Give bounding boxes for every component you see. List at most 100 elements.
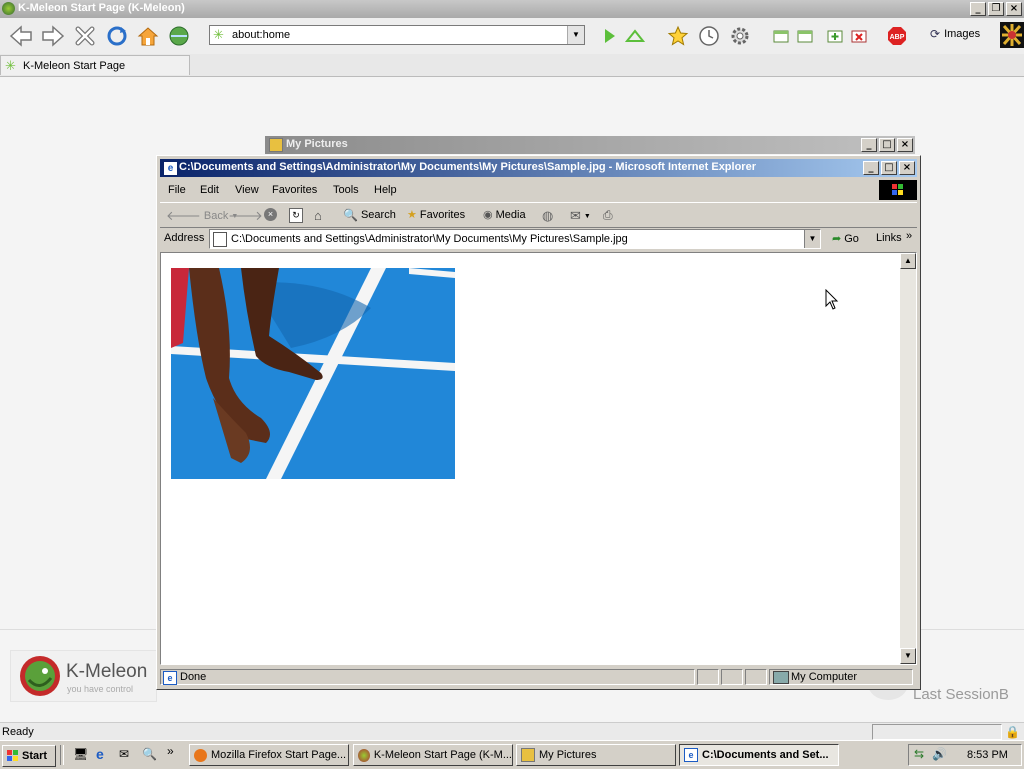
stop-icon: × — [264, 208, 277, 221]
stop-x-icon[interactable] — [72, 23, 98, 49]
maximize-button[interactable]: □ — [881, 161, 897, 175]
task-kmeleon[interactable]: K-Meleon Start Page (K-M... — [353, 744, 513, 766]
bookmark-star-icon[interactable] — [665, 23, 691, 49]
links-button[interactable]: Links — [876, 232, 902, 244]
up-arrow-icon[interactable] — [622, 23, 648, 49]
outlook-quicklaunch-icon[interactable]: ✉ — [119, 747, 129, 761]
status-pane-lock — [721, 669, 743, 685]
history-button[interactable]: ◍ — [542, 208, 553, 224]
favorites-folder-icon: ★ — [407, 209, 417, 221]
ie-quicklaunch-icon[interactable]: e — [96, 746, 104, 762]
task-label: My Pictures — [539, 749, 597, 761]
show-desktop-icon[interactable]: 🖥 — [73, 747, 88, 761]
window-prev-icon[interactable] — [768, 23, 794, 49]
restore-button[interactable]: ❐ — [988, 2, 1004, 16]
kmeleon-titlebar: K-Meleon Start Page (K-Meleon) _ ❐ × — [0, 0, 1024, 18]
mail-dropdown-chevron-icon[interactable]: ▼ — [584, 213, 591, 220]
system-tray: ⇆ 🔊 8:53 PM — [908, 744, 1022, 766]
folder-search-icon — [521, 748, 535, 762]
windows-taskbar: Start 🖥 e ✉ 🔍 » Mozilla Firefox Start Pa… — [0, 740, 1024, 769]
mail-button[interactable]: ✉ ▼ — [570, 208, 591, 224]
address-input[interactable]: C:\Documents and Settings\Administrator\… — [209, 229, 821, 249]
go-button[interactable]: ➦ Go — [832, 232, 859, 246]
refresh-icon: ↻ — [289, 208, 303, 223]
tab-page-icon: ✳ — [5, 58, 16, 73]
history-clock-icon[interactable] — [696, 23, 722, 49]
my-computer-icon — [773, 671, 789, 684]
forward-arrow-icon[interactable] — [40, 23, 66, 49]
print-button[interactable]: ⎙ — [603, 208, 613, 223]
folder-search-icon — [269, 138, 283, 152]
menu-favorites[interactable]: Favorites — [272, 184, 317, 196]
scroll-down-arrow-icon[interactable]: ▼ — [900, 648, 916, 664]
menu-view[interactable]: View — [235, 184, 259, 196]
ie-icon: e — [684, 748, 698, 762]
back-label: Back — [203, 210, 229, 222]
volume-tray-icon[interactable]: 🔊 — [932, 747, 947, 761]
quicklaunch-more-chevron-icon[interactable]: » — [167, 744, 174, 758]
firefox-icon — [194, 748, 207, 762]
throbber-logo-icon — [1000, 22, 1024, 48]
tab-label: K-Meleon Start Page — [23, 60, 126, 72]
reload-icon[interactable] — [104, 23, 130, 49]
window-next-icon[interactable] — [792, 23, 818, 49]
scroll-up-arrow-icon[interactable]: ▲ — [900, 253, 916, 269]
kmeleon-statusbar: Ready 🔒 — [0, 722, 1024, 741]
task-label: Mozilla Firefox Start Page... — [211, 749, 347, 761]
task-firefox[interactable]: Mozilla Firefox Start Page... — [189, 744, 349, 766]
home-button[interactable]: ⌂ — [314, 208, 322, 223]
links-chevron-icon[interactable]: » — [906, 230, 912, 242]
menu-file[interactable]: File — [168, 184, 186, 196]
images-toggle[interactable]: ⟳ Images — [930, 27, 980, 41]
settings-gear-icon[interactable] — [727, 23, 753, 49]
menu-help[interactable]: Help — [374, 184, 397, 196]
kmeleon-logo-name: K-Meleon — [66, 661, 148, 682]
close-tab-icon[interactable] — [846, 23, 872, 49]
home-icon: ⌂ — [314, 208, 322, 223]
network-tray-icon[interactable]: ⇆ — [914, 747, 924, 761]
clock[interactable]: 8:53 PM — [967, 749, 1008, 761]
menu-tools[interactable]: Tools — [333, 184, 359, 196]
vertical-scrollbar[interactable]: ▲ ▼ — [900, 253, 916, 664]
menu-edit[interactable]: Edit — [200, 184, 219, 196]
maximize-button[interactable]: □ — [879, 138, 895, 152]
minimize-button[interactable]: _ — [861, 138, 877, 152]
explorer-quicklaunch-icon[interactable]: 🔍 — [142, 747, 157, 761]
status-zone-text: My Computer — [791, 671, 858, 683]
favorites-button[interactable]: ★ Favorites — [407, 208, 466, 222]
home-icon[interactable] — [135, 23, 161, 49]
ie-standard-toolbar: 🡐 Back ▼ 🡒 ▼ × ↻ ⌂ 🔍 Search ★ Favorites … — [160, 202, 917, 228]
last-session-link[interactable]: Last SessionB — [913, 686, 1009, 703]
ie-window-controls: _ □ × — [863, 161, 915, 175]
start-button[interactable]: Start — [2, 745, 56, 767]
adblock-abp-icon[interactable]: ABP — [884, 23, 910, 49]
close-button[interactable]: × — [1006, 2, 1022, 16]
close-button[interactable]: × — [897, 138, 913, 152]
close-button[interactable]: × — [899, 161, 915, 175]
stop-button[interactable]: × — [264, 208, 277, 221]
new-tab-icon[interactable] — [822, 23, 848, 49]
go-play-icon[interactable] — [596, 23, 622, 49]
refresh-button[interactable]: ↻ — [289, 208, 303, 223]
kmeleon-tabbar: ✳ K-Meleon Start Page — [0, 54, 1024, 77]
forward-arrow-icon: 🡒 — [228, 208, 263, 223]
kmeleon-chameleon-icon — [20, 656, 60, 696]
print-icon: ⎙ — [603, 208, 613, 222]
kmeleon-app-icon — [2, 2, 15, 15]
media-button[interactable]: ◉ Media — [483, 208, 526, 222]
status-progress-pane — [872, 724, 1002, 740]
globe-icon[interactable] — [166, 23, 192, 49]
favorites-label: Favorites — [419, 208, 466, 221]
back-arrow-icon[interactable] — [8, 23, 34, 49]
status-pane-progress — [697, 669, 719, 685]
tab-kmeleon-start[interactable]: ✳ K-Meleon Start Page — [0, 55, 190, 75]
task-my-pictures[interactable]: My Pictures — [516, 744, 676, 766]
minimize-button[interactable]: _ — [970, 2, 986, 16]
minimize-button[interactable]: _ — [863, 161, 879, 175]
kmeleon-url-bar[interactable]: ✳ about:home ▼ — [209, 25, 585, 45]
task-internet-explorer[interactable]: e C:\Documents and Set... — [679, 744, 839, 766]
url-dropdown-chevron-icon[interactable]: ▼ — [567, 26, 584, 44]
search-button[interactable]: 🔍 Search — [343, 208, 396, 222]
file-page-icon — [213, 232, 227, 247]
address-dropdown-chevron-icon[interactable]: ▼ — [804, 230, 820, 248]
